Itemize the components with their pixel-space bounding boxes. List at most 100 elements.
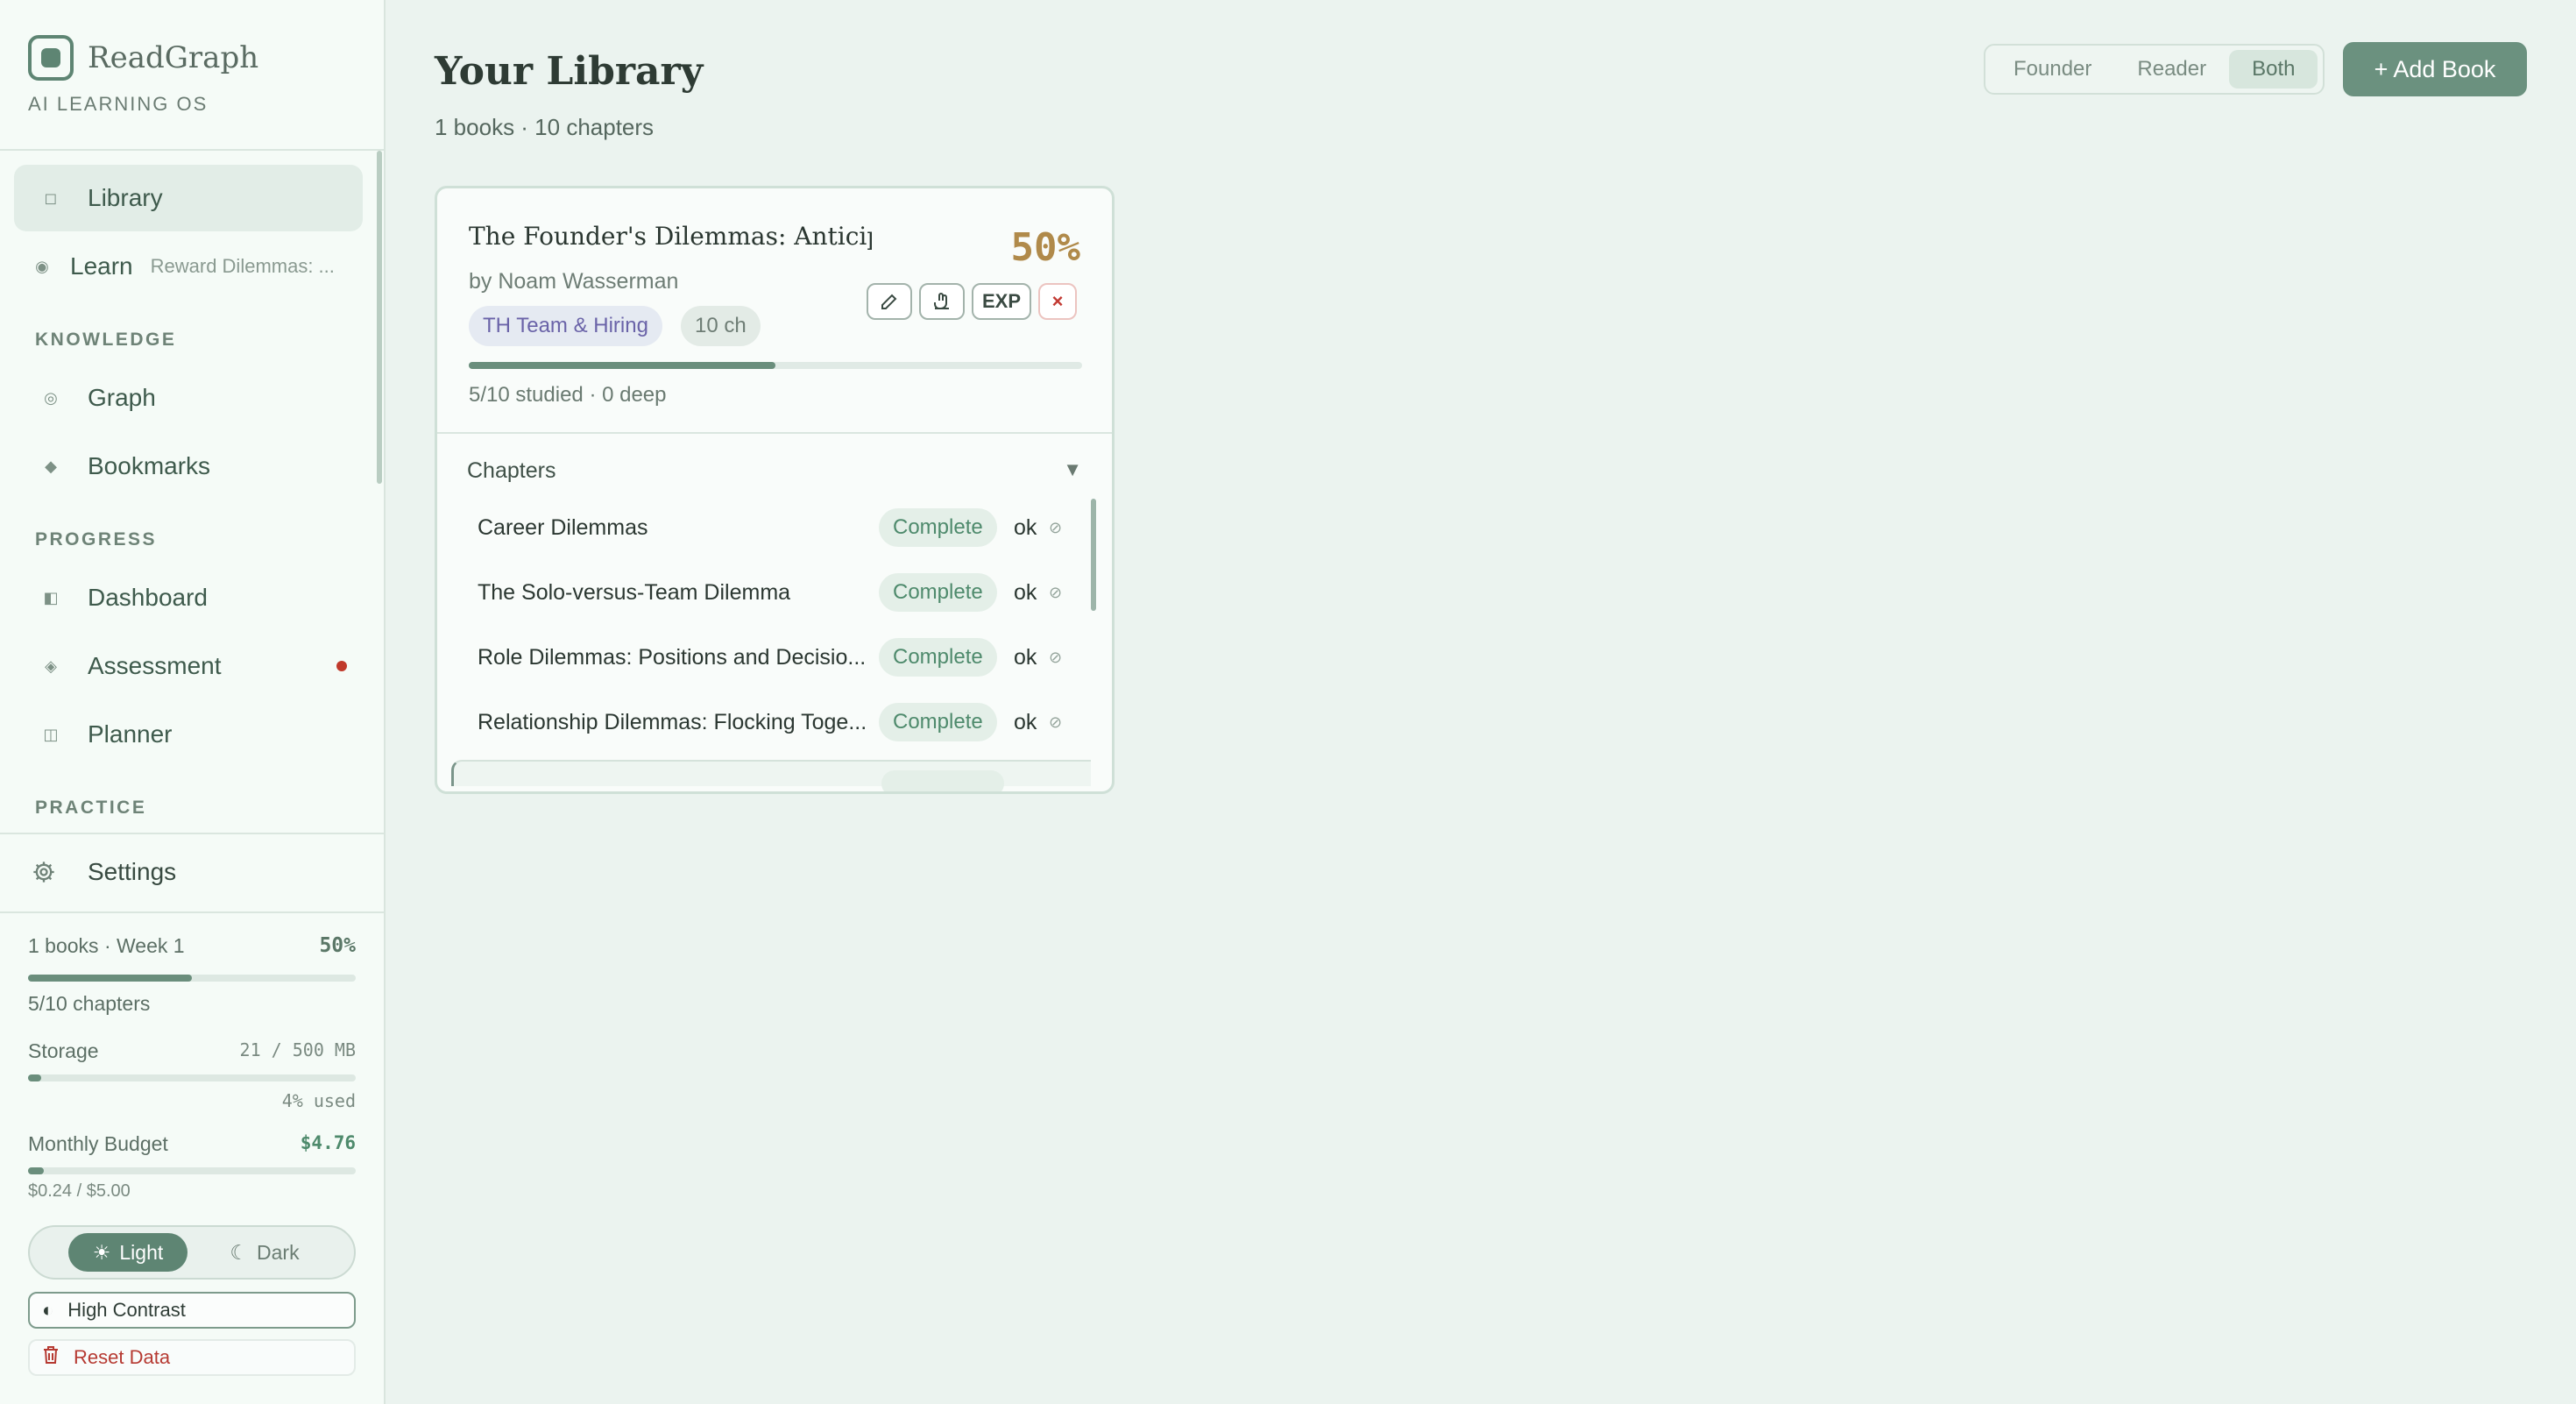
book-author: by Noam Wasserman [469,269,679,294]
target-icon: ◎ [44,388,58,407]
contrast-icon: ◐ [42,1299,54,1321]
block-icon[interactable]: ⊘ [1049,519,1062,537]
page-subtitle: 1 books · 10 chapters [435,114,655,140]
chapter-row[interactable]: Role Dilemmas: Positions and Decisio... … [453,625,1084,690]
square-icon: ◻ [44,188,58,207]
chapter-title: Relationship Dilemmas: Flocking Toge... [478,709,867,734]
split-square-icon: ◫ [43,725,59,743]
nav-item-library[interactable]: ◻ Library [14,165,363,231]
chapter-row[interactable]: The Solo-versus-Team Dilemma Complete ok… [453,560,1084,625]
view-mode-reader[interactable]: Reader [2114,50,2229,89]
storage-row: Storage 21 / 500 MB [28,1039,356,1063]
chapter-list: Career Dilemmas Complete ok ⊘ The Solo-v… [453,495,1084,774]
status-badge [881,770,1004,791]
budget-value: $4.76 [300,1132,356,1153]
high-contrast-label: High Contrast [67,1299,186,1321]
overall-progress-fill [28,975,192,982]
overall-percent: 50% [319,934,356,957]
status-badge: Complete [879,638,997,677]
delete-button[interactable]: × [1038,283,1078,320]
nav-item-label: Planner [88,720,173,748]
chapter-row-partial[interactable] [451,760,1091,791]
reset-data-button[interactable]: Reset Data [28,1339,356,1376]
quality-label: ok [1014,644,1037,670]
export-button[interactable]: EXP [972,283,1032,320]
overall-progress-bar [28,975,356,982]
chapters-header[interactable]: Chapters [467,458,556,484]
nav-item-label: Learn [70,252,133,280]
theme-light-button[interactable]: ☀ Light [68,1233,188,1272]
budget-row: Monthly Budget $4.76 [28,1132,356,1156]
moon-icon: ☾ [230,1240,249,1264]
sun-icon: ☀ [92,1240,111,1264]
book-actions: EXP × [867,283,1078,320]
nav-item-label: Settings [88,858,177,885]
chapter-title: Career Dilemmas [478,514,648,540]
storage-used: 4% used [281,1090,356,1111]
chapter-title: Role Dilemmas: Positions and Decisio... [478,644,867,670]
view-mode-both[interactable]: Both [2229,50,2318,89]
gear-icon [0,860,88,884]
block-icon[interactable]: ⊘ [1049,649,1062,667]
chapter-count-tag: 10 ch [681,306,761,346]
theme-toggle: ☀ Light ☾ Dark [28,1225,356,1280]
quality-label: ok [1014,579,1037,605]
nav-item-planner[interactable]: ◫ Planner [14,701,363,768]
chevron-down-icon[interactable]: ▼ [1063,458,1082,481]
nav-item-learn[interactable]: ◉ Learn Reward Dilemmas: ... [14,233,363,300]
stats-chapters: 5/10 chapters [28,992,151,1015]
radio-icon: ◉ [35,257,49,275]
notification-dot [336,661,347,671]
view-mode-switch: Founder Reader Both [1984,44,2325,95]
chapter-row[interactable]: Relationship Dilemmas: Flocking Toge... … [453,690,1084,755]
status-badge: Complete [879,703,997,741]
budget-bar [28,1167,356,1174]
stats-summary-row: 1 books · Week 1 50% [28,934,356,958]
nav-item-label: Bookmarks [88,452,211,479]
storage-fill [28,1074,41,1081]
nav-item-graph[interactable]: ◎ Graph [14,365,363,431]
theme-dark-label: Dark [257,1240,300,1264]
nav-item-label: Library [88,184,163,211]
section-heading-practice: PRACTICE [35,798,147,818]
chapter-row[interactable]: Career Dilemmas Complete ok ⊘ [453,495,1084,560]
brand[interactable]: ReadGraph AI LEARNING OS [28,35,361,123]
nav-item-label: Dashboard [88,584,208,611]
quality-label: ok [1014,709,1037,734]
storage-bar [28,1074,356,1081]
storage-value: 21 / 500 MB [239,1039,356,1060]
pencil-icon [881,294,897,309]
block-icon[interactable]: ⊘ [1049,713,1062,732]
book-title[interactable]: The Founder's Dilemmas: Anticipa... [469,222,872,251]
budget-detail: $0.24 / $5.00 [28,1181,131,1201]
current-lesson-label: Reward Dilemmas: ... [150,255,335,277]
app-name: ReadGraph [88,40,259,75]
add-book-button[interactable]: + Add Book [2343,42,2527,96]
theme-light-label: Light [119,1240,164,1264]
category-tag: TH Team & Hiring [469,306,662,346]
view-mode-founder[interactable]: Founder [1991,50,2114,89]
nav-item-settings[interactable]: Settings [0,834,384,910]
nav-item-bookmarks[interactable]: ◆ Bookmarks [14,433,363,500]
block-icon[interactable]: ⊘ [1049,584,1062,602]
book-percent: 50% [1010,225,1080,270]
trash-icon [42,1345,60,1370]
reprocess-button[interactable] [919,283,965,320]
chapter-list-scrollbar[interactable] [1091,499,1096,611]
status-badge: Complete [879,508,997,547]
section-heading-progress: PROGRESS [35,529,158,550]
theme-dark-button[interactable]: ☾ Dark [205,1233,324,1272]
nav-item-assessment[interactable]: ◈ Assessment [14,633,363,699]
high-contrast-button[interactable]: ◐ High Contrast [28,1292,356,1329]
app-logo-icon [28,35,74,81]
nav-scrollbar[interactable] [377,151,382,484]
book-progress-fill [469,362,775,369]
nav-item-dashboard[interactable]: ◧ Dashboard [14,564,363,631]
quality-label: ok [1014,514,1037,540]
diamond-dot-icon: ◈ [45,656,57,675]
nav-item-label: Assessment [88,652,222,679]
app-tagline: AI LEARNING OS [28,93,209,115]
nav-item-label: Graph [88,384,156,411]
stats-summary: 1 books · Week 1 [28,934,185,957]
edit-button[interactable] [867,283,912,320]
